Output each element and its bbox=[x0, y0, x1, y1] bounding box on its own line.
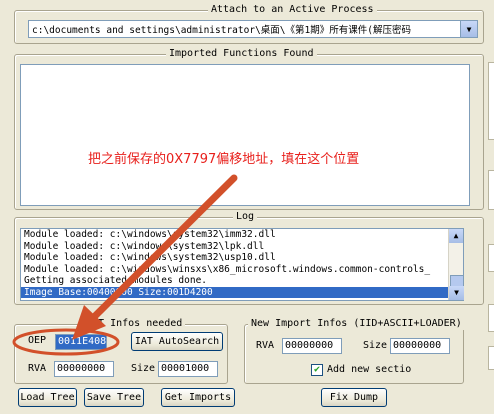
iat-size-label: Size bbox=[131, 363, 156, 374]
side-button[interactable] bbox=[488, 244, 494, 272]
iat-infos-title: IAT Infos needed bbox=[83, 318, 186, 330]
process-select-value: c:\documents and settings\administrator\… bbox=[32, 25, 411, 36]
new-import-title: New Import Infos (IID+ASCII+LOADER) bbox=[248, 318, 465, 330]
oep-label: OEP bbox=[28, 335, 47, 346]
new-rva-label: RVA bbox=[256, 340, 275, 351]
side-button[interactable] bbox=[488, 346, 494, 370]
iat-size-input[interactable]: 00001000 bbox=[158, 361, 218, 377]
new-size-label: Size bbox=[363, 340, 388, 351]
side-button[interactable] bbox=[488, 62, 494, 140]
save-tree-button[interactable]: Save Tree bbox=[84, 388, 144, 407]
load-tree-button[interactable]: Load Tree bbox=[18, 388, 77, 407]
dropdown-arrow-icon[interactable]: ▼ bbox=[460, 21, 477, 37]
log-line: Module loaded: c:\windows\winsxs\x86_mic… bbox=[24, 263, 431, 275]
log-title: Log bbox=[233, 211, 258, 223]
imported-functions-tree[interactable] bbox=[20, 64, 470, 206]
add-section-checkbox[interactable]: ✔ bbox=[311, 364, 323, 376]
log-line: Module loaded: c:\windows\system32\imm32… bbox=[24, 229, 276, 240]
iat-autosearch-button[interactable]: IAT AutoSearch bbox=[131, 332, 223, 351]
fix-dump-button[interactable]: Fix Dump bbox=[321, 388, 387, 407]
imported-functions-title: Imported Functions Found bbox=[166, 48, 317, 60]
new-size-input[interactable]: 00000000 bbox=[390, 338, 450, 354]
annotation-text: 把之前保存的0X7797偏移地址，填在这个位置 bbox=[88, 152, 360, 167]
scroll-down-icon[interactable]: ▼ bbox=[449, 286, 464, 300]
log-line-selected: Image Base:00400000 Size:001D4200 bbox=[21, 286, 463, 298]
log-line: Getting associated modules done. bbox=[24, 275, 208, 286]
add-section-label: Add new sectio bbox=[327, 364, 412, 375]
side-button[interactable] bbox=[488, 304, 494, 332]
checkmark-icon: ✔ bbox=[313, 364, 321, 375]
log-line: Module loaded: c:\windows\system32\usp10… bbox=[24, 252, 276, 263]
iat-rva-input[interactable]: 00000000 bbox=[54, 361, 114, 377]
get-imports-button[interactable]: Get Imports bbox=[161, 388, 235, 407]
log-scrollbar[interactable]: ▲ ▼ bbox=[448, 229, 464, 300]
oep-value: 0011E408 bbox=[58, 336, 107, 347]
log-line: Module loaded: c:\windows\system32\lpk.d… bbox=[24, 240, 265, 252]
log-list[interactable]: Module loaded: c:\windows\system32\imm32… bbox=[20, 228, 464, 301]
attach-process-title: Attach to an Active Process bbox=[208, 4, 377, 16]
process-select[interactable]: c:\documents and settings\administrator\… bbox=[28, 20, 478, 38]
new-rva-input[interactable]: 00000000 bbox=[282, 338, 342, 354]
oep-input[interactable]: 0011E408 bbox=[55, 334, 107, 350]
scroll-up-icon[interactable]: ▲ bbox=[449, 229, 463, 243]
iat-rva-label: RVA bbox=[28, 363, 47, 374]
side-button[interactable] bbox=[488, 170, 494, 210]
